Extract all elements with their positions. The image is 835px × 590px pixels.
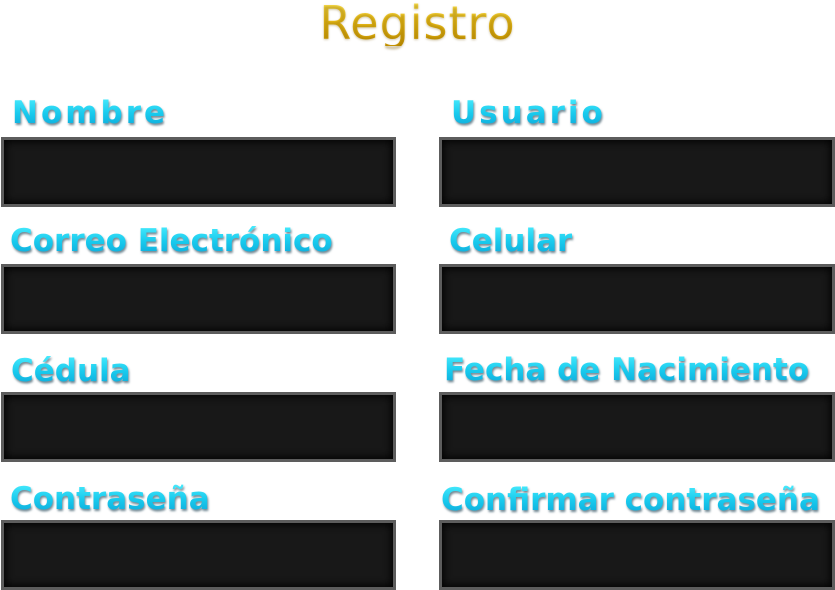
fecha-nacimiento-label: Fecha de Nacimiento xyxy=(444,352,810,388)
confirmar-contrasena-input[interactable] xyxy=(439,520,835,590)
correo-label: Correo Electrónico xyxy=(10,223,333,259)
usuario-input[interactable] xyxy=(439,137,835,207)
celular-input[interactable] xyxy=(439,264,835,334)
form-header: Registro xyxy=(0,0,835,56)
confirmar-contrasena-label: Confirmar contraseña xyxy=(441,482,820,518)
contrasena-label: Contraseña xyxy=(10,481,210,517)
page-title: Registro xyxy=(0,0,835,46)
correo-input[interactable] xyxy=(1,264,396,334)
nombre-input[interactable] xyxy=(1,137,396,207)
cedula-label: Cédula xyxy=(11,353,131,389)
celular-label: Celular xyxy=(449,223,573,259)
fecha-nacimiento-input[interactable] xyxy=(439,392,835,462)
nombre-label: Nombre xyxy=(12,95,169,131)
contrasena-input[interactable] xyxy=(1,520,396,590)
usuario-label: Usuario xyxy=(451,95,606,131)
cedula-input[interactable] xyxy=(1,392,396,462)
